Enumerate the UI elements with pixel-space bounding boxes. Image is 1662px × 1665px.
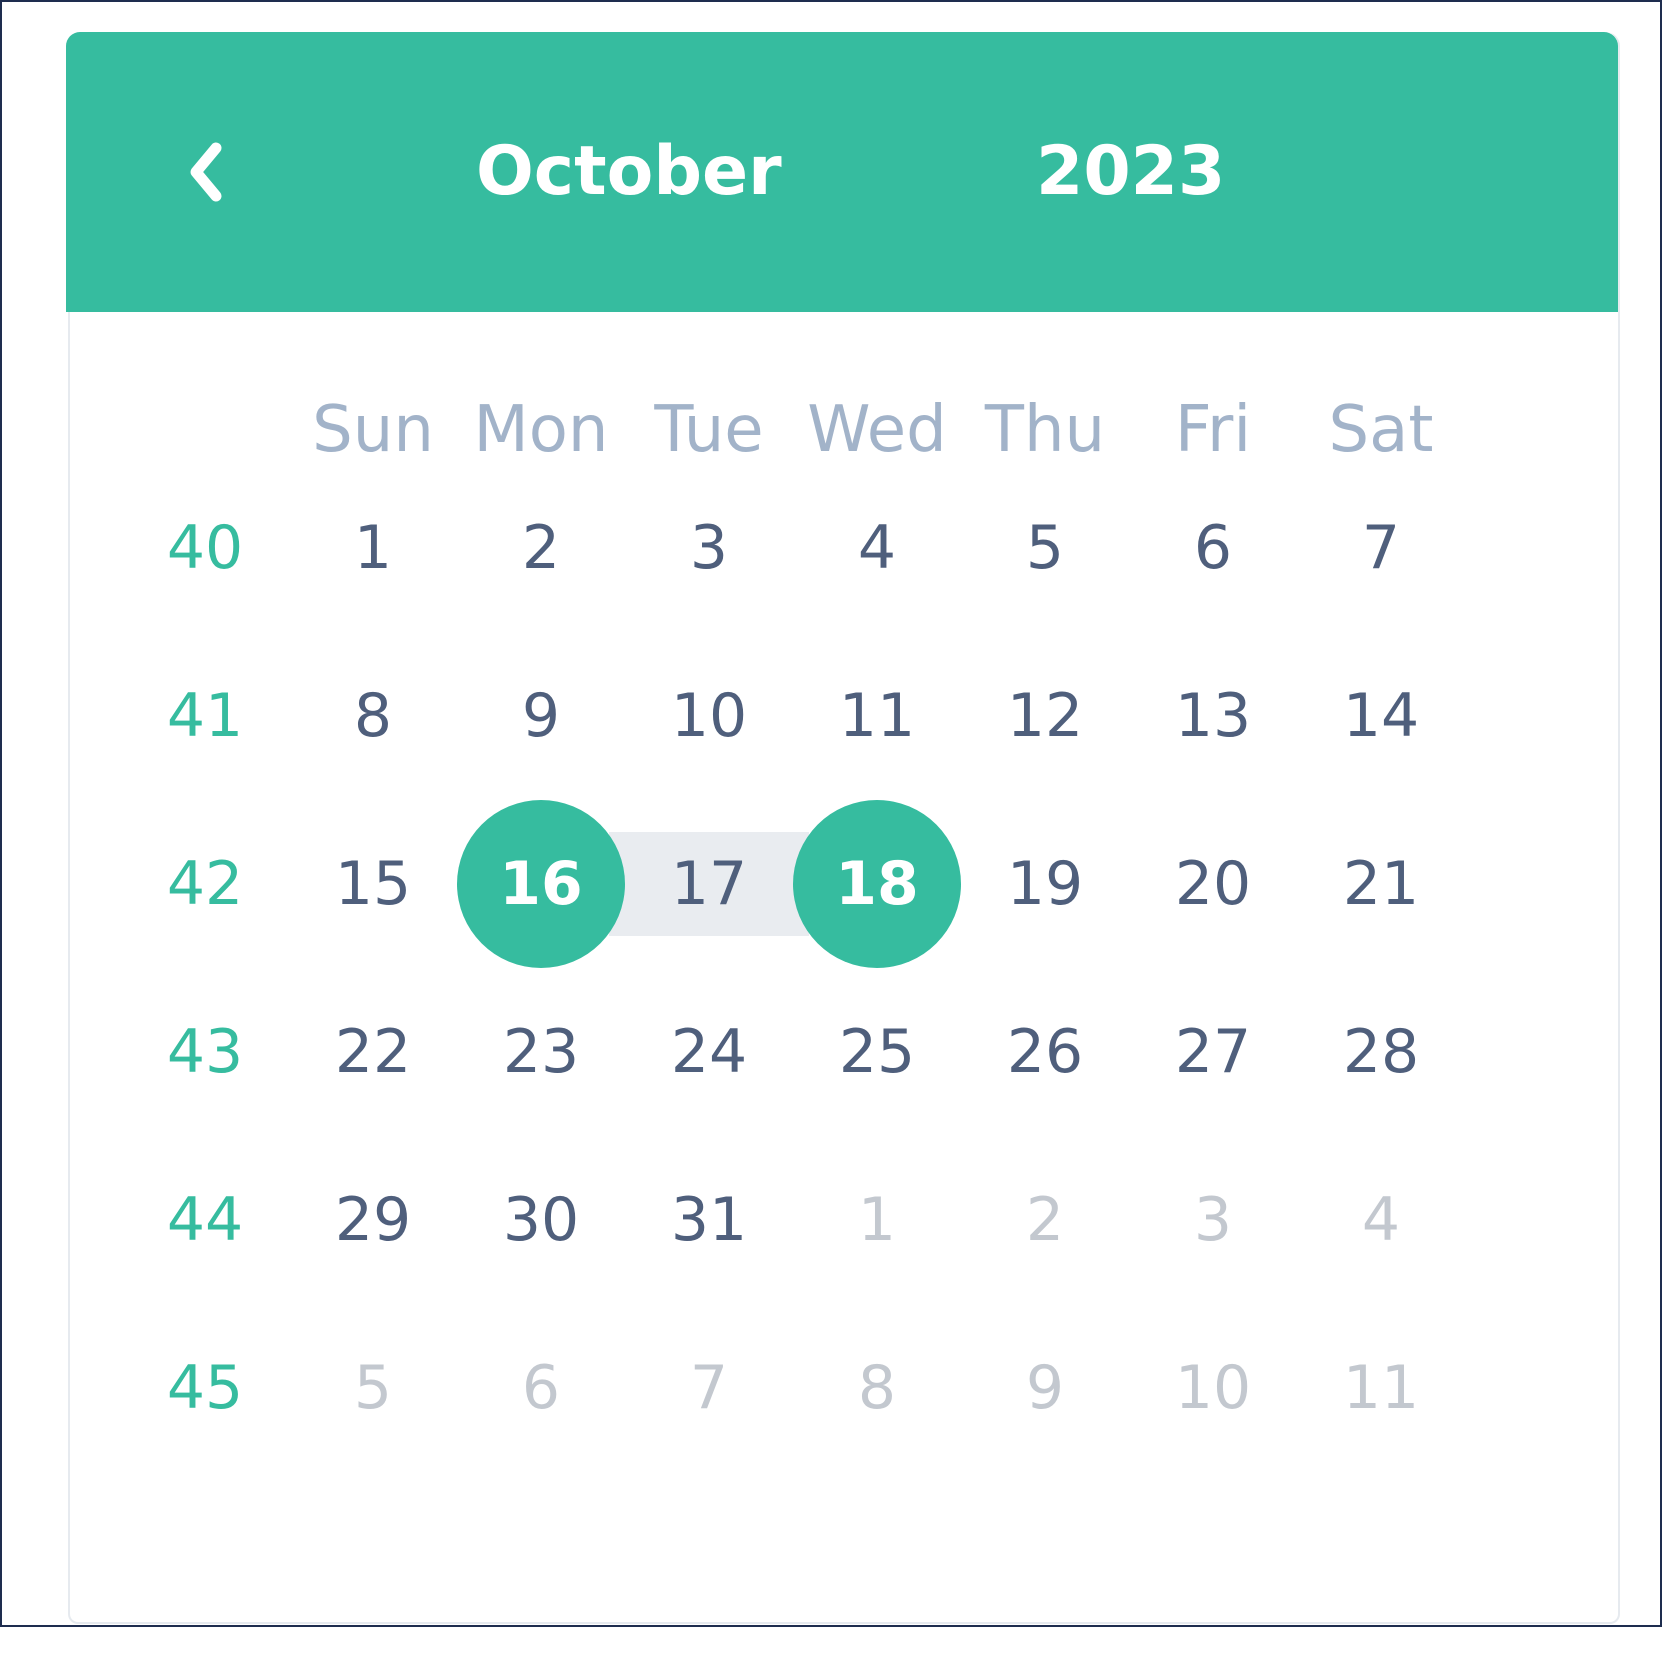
day-cell[interactable]: 29	[284, 1180, 462, 1260]
day-cell[interactable]: 28	[1292, 1012, 1470, 1092]
day-cell-outside[interactable]: 5	[284, 1348, 462, 1428]
week-number: 43	[166, 1017, 244, 1087]
day-cell[interactable]: 21	[1292, 844, 1470, 924]
chevron-left-icon	[190, 142, 222, 202]
day-cell[interactable]: 7	[1292, 508, 1470, 588]
month-label[interactable]: October	[476, 127, 782, 217]
week-number: 44	[166, 1185, 244, 1255]
weekday-fri: Fri	[1174, 393, 1252, 467]
day-cell[interactable]: 22	[284, 1012, 462, 1092]
day-cell[interactable]: 14	[1292, 676, 1470, 756]
weekday-sat: Sat	[1328, 393, 1434, 467]
day-cell[interactable]: 3	[620, 508, 798, 588]
weekday-mon: Mon	[473, 393, 609, 467]
day-cell[interactable]: 13	[1124, 676, 1302, 756]
day-cell-outside[interactable]: 10	[1124, 1348, 1302, 1428]
day-cell-outside[interactable]: 8	[788, 1348, 966, 1428]
day-cell[interactable]: 19	[956, 844, 1134, 924]
day-cell[interactable]: 10	[620, 676, 798, 756]
year-label[interactable]: 2023	[1036, 127, 1225, 217]
day-cell[interactable]: 9	[452, 676, 630, 756]
week-number: 45	[166, 1353, 244, 1423]
day-cell[interactable]: 30	[452, 1180, 630, 1260]
day-cell[interactable]: 17	[620, 844, 798, 924]
day-cell[interactable]: 24	[620, 1012, 798, 1092]
day-cell[interactable]: 27	[1124, 1012, 1302, 1092]
day-cell[interactable]: 2	[452, 508, 630, 588]
day-cell-outside[interactable]: 9	[956, 1348, 1134, 1428]
day-cell[interactable]: 16	[452, 844, 630, 924]
week-number: 42	[166, 849, 244, 919]
day-cell[interactable]: 18	[788, 844, 966, 924]
weekday-thu: Thu	[984, 393, 1106, 467]
day-cell[interactable]: 23	[452, 1012, 630, 1092]
day-cell-outside[interactable]: 4	[1292, 1180, 1470, 1260]
prev-month-button[interactable]	[171, 137, 241, 207]
day-cell[interactable]: 4	[788, 508, 966, 588]
day-cell[interactable]: 11	[788, 676, 966, 756]
day-cell-outside[interactable]: 3	[1124, 1180, 1302, 1260]
day-cell-outside[interactable]: 1	[788, 1180, 966, 1260]
weekday-sun: Sun	[312, 393, 434, 467]
day-cell[interactable]: 1	[284, 508, 462, 588]
day-cell[interactable]: 12	[956, 676, 1134, 756]
day-cell[interactable]: 15	[284, 844, 462, 924]
day-cell[interactable]: 25	[788, 1012, 966, 1092]
day-cell-outside[interactable]: 7	[620, 1348, 798, 1428]
day-cell[interactable]: 6	[1124, 508, 1302, 588]
day-cell[interactable]: 8	[284, 676, 462, 756]
calendar-header: October 2023	[66, 32, 1618, 312]
day-cell-outside[interactable]: 6	[452, 1348, 630, 1428]
day-cell[interactable]: 31	[620, 1180, 798, 1260]
day-cell[interactable]: 20	[1124, 844, 1302, 924]
week-number: 40	[166, 513, 244, 583]
day-cell[interactable]: 26	[956, 1012, 1134, 1092]
weekday-wed: Wed	[807, 393, 947, 467]
day-cell-outside[interactable]: 11	[1292, 1348, 1470, 1428]
weekday-tue: Tue	[654, 393, 764, 467]
week-number: 41	[166, 681, 244, 751]
day-cell-outside[interactable]: 2	[956, 1180, 1134, 1260]
day-cell[interactable]: 5	[956, 508, 1134, 588]
